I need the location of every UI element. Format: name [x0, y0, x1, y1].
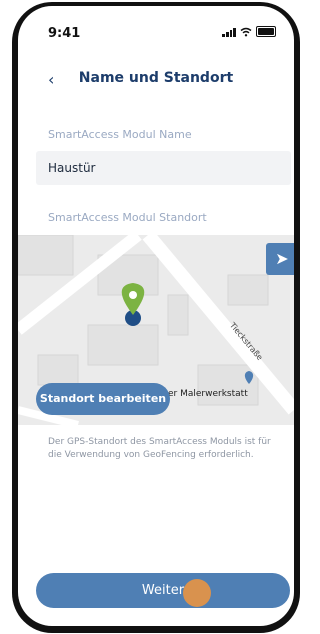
locate-button[interactable]: ➤ — [266, 243, 294, 275]
screen: 9:41 ‹ Name und Standort SmartAccess Mod… — [18, 6, 294, 626]
nav-bar: ‹ Name und Standort — [18, 64, 294, 94]
location-map[interactable]: Tieckstraße er Malerwerkstatt ➤ Standort… — [18, 235, 294, 425]
touch-indicator — [183, 579, 211, 607]
gps-info-text: Der GPS-Standort des SmartAccess Moduls … — [48, 437, 271, 461]
edit-location-button[interactable]: Standort bearbeiten — [36, 383, 170, 415]
poi-label: er Malerwerkstatt — [168, 389, 248, 399]
name-label: SmartAccess Modul Name — [48, 128, 192, 141]
signal-icon — [222, 27, 236, 37]
wifi-icon — [240, 27, 252, 36]
name-input[interactable]: Haustür — [36, 151, 291, 185]
navigation-arrow-icon: ➤ — [275, 249, 289, 268]
page-title: Name und Standort — [78, 70, 234, 86]
status-bar: 9:41 — [18, 6, 294, 56]
status-icons — [222, 26, 276, 37]
location-label: SmartAccess Modul Standort — [48, 211, 207, 224]
next-button[interactable]: Weiter — [36, 573, 290, 608]
name-input-value: Haustür — [48, 161, 96, 175]
battery-icon — [256, 26, 276, 37]
status-time: 9:41 — [48, 26, 81, 41]
